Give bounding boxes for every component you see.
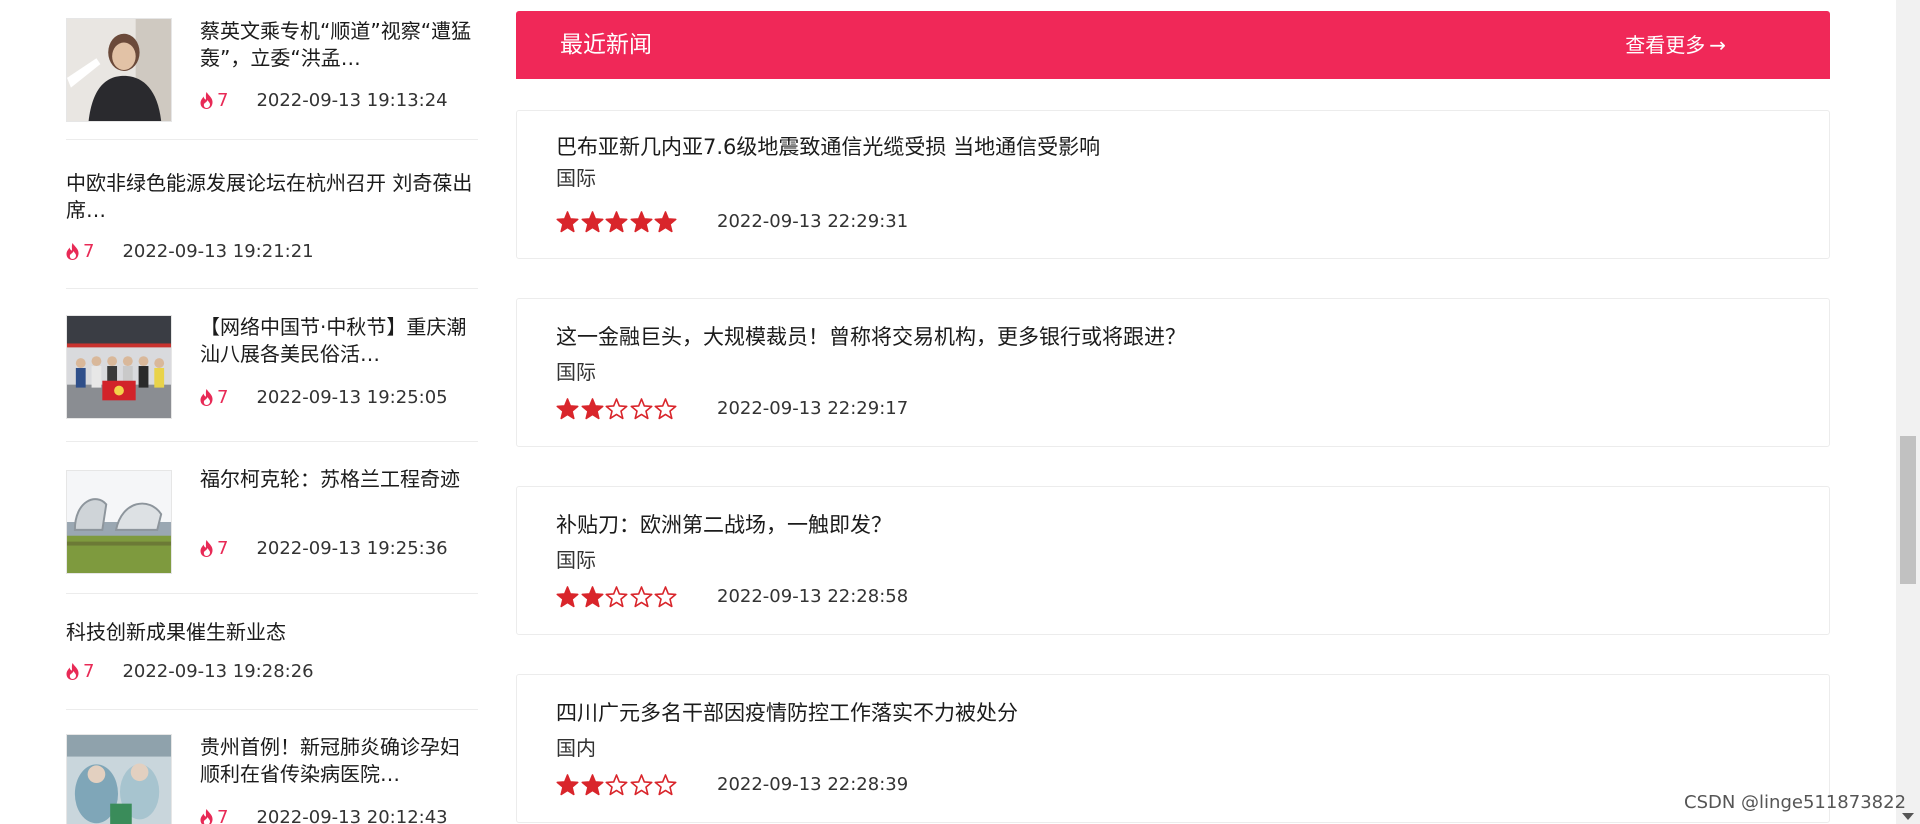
star-filled-icon bbox=[581, 211, 604, 233]
star-filled-icon bbox=[556, 211, 579, 233]
star-filled-icon bbox=[605, 211, 628, 233]
news-card-title[interactable]: 巴布亚新几内亚7.6级地震致通信光缆受损 当地通信受影响 bbox=[556, 133, 1100, 161]
list-item[interactable]: 贵州首例！新冠肺炎确诊孕妇顺利在省传染病医院… 7 2022-09-13 20:… bbox=[66, 710, 478, 824]
star-empty-icon bbox=[654, 774, 677, 796]
list-item-meta: 7 2022-09-13 19:13:24 bbox=[200, 89, 448, 111]
star-filled-icon bbox=[556, 774, 579, 796]
hot-count: 7 bbox=[217, 89, 229, 111]
list-item[interactable]: 蔡英文乘专机“顺道”视察“遭猛轰”，立委“洪孟… 7 2022-09-13 19… bbox=[66, 0, 478, 140]
list-item-title[interactable]: 科技创新成果催生新业态 bbox=[66, 619, 478, 646]
page-scrollbar[interactable] bbox=[1896, 0, 1920, 824]
section-title: 最近新闻 bbox=[560, 32, 652, 58]
fire-icon bbox=[200, 539, 213, 557]
list-item-title[interactable]: 中欧非绿色能源发展论坛在杭州召开 刘奇葆出席… bbox=[66, 170, 478, 224]
news-card-title[interactable]: 补贴刀：欧洲第二战场，一触即发？ bbox=[556, 511, 892, 539]
news-card[interactable]: 巴布亚新几内亚7.6级地震致通信光缆受损 当地通信受影响 国际 2022-09-… bbox=[516, 110, 1830, 259]
publish-time: 2022-09-13 19:13:24 bbox=[256, 89, 448, 111]
star-filled-icon bbox=[556, 586, 579, 608]
star-filled-icon bbox=[581, 586, 604, 608]
news-thumbnail[interactable] bbox=[66, 18, 172, 122]
star-empty-icon bbox=[630, 586, 653, 608]
person-photo-icon bbox=[67, 19, 171, 121]
star-empty-icon bbox=[654, 586, 677, 608]
publish-time: 2022-09-13 19:25:36 bbox=[256, 537, 448, 559]
news-card[interactable]: 补贴刀：欧洲第二战场，一触即发？ 国际 2022-09-13 22:28:58 bbox=[516, 486, 1830, 635]
list-item-title[interactable]: 福尔柯克轮：苏格兰工程奇迹 bbox=[200, 466, 478, 493]
publish-time: 2022-09-13 19:25:05 bbox=[256, 386, 448, 408]
left-news-list: 蔡英文乘专机“顺道”视察“遭猛轰”，立委“洪孟… 7 2022-09-13 19… bbox=[66, 0, 478, 824]
fire-icon bbox=[200, 91, 213, 109]
list-item[interactable]: 中欧非绿色能源发展论坛在杭州召开 刘奇葆出席… 7 2022-09-13 19:… bbox=[66, 140, 478, 290]
fire-icon bbox=[200, 388, 213, 406]
star-empty-icon bbox=[654, 398, 677, 420]
arrow-right-icon: → bbox=[1709, 33, 1726, 57]
list-item-meta: 7 2022-09-13 19:28:26 bbox=[66, 660, 314, 682]
divider bbox=[66, 288, 478, 289]
view-more-link[interactable]: 查看更多 → bbox=[1625, 31, 1726, 59]
news-card-time: 2022-09-13 22:29:17 bbox=[717, 398, 909, 419]
section-header: 最近新闻 查看更多 → bbox=[516, 11, 1830, 79]
hot-count: 7 bbox=[217, 386, 229, 408]
group-photo-icon bbox=[67, 316, 171, 418]
news-card-title[interactable]: 这一金融巨头，大规模裁员！曾称将交易机构，更多银行或将跟进？ bbox=[556, 323, 1186, 351]
news-card-category: 国际 bbox=[556, 548, 596, 572]
star-empty-icon bbox=[605, 586, 628, 608]
list-item[interactable]: 【网络中国节·中秋节】重庆潮汕八展各美民俗活… 7 2022-09-13 19:… bbox=[66, 290, 478, 442]
hot-count: 7 bbox=[83, 240, 95, 262]
fire-icon bbox=[200, 808, 213, 824]
list-item-meta: 7 2022-09-13 19:21:21 bbox=[66, 240, 314, 262]
news-thumbnail[interactable] bbox=[66, 315, 172, 419]
publish-time: 2022-09-13 19:21:21 bbox=[122, 240, 314, 262]
fire-icon bbox=[66, 242, 79, 260]
news-card-time: 2022-09-13 22:29:31 bbox=[717, 211, 909, 232]
list-item-title[interactable]: 贵州首例！新冠肺炎确诊孕妇顺利在省传染病医院… bbox=[200, 734, 478, 788]
watermark: CSDN @linge511873822 bbox=[1684, 792, 1907, 813]
list-item-title[interactable]: 【网络中国节·中秋节】重庆潮汕八展各美民俗活… bbox=[200, 314, 478, 368]
news-thumbnail[interactable] bbox=[66, 734, 172, 824]
star-filled-icon bbox=[581, 398, 604, 420]
star-empty-icon bbox=[630, 774, 653, 796]
news-card-title[interactable]: 四川广元多名干部因疫情防控工作落实不力被处分 bbox=[556, 699, 1018, 727]
news-card-category: 国际 bbox=[556, 166, 596, 190]
star-rating bbox=[556, 211, 679, 233]
scrollbar-thumb[interactable] bbox=[1900, 436, 1916, 584]
fire-icon bbox=[66, 662, 79, 680]
star-empty-icon bbox=[605, 774, 628, 796]
star-filled-icon bbox=[581, 774, 604, 796]
news-thumbnail[interactable] bbox=[66, 470, 172, 574]
list-item-meta: 7 2022-09-13 19:25:36 bbox=[200, 537, 448, 559]
hot-count: 7 bbox=[83, 660, 95, 682]
news-card[interactable]: 这一金融巨头，大规模裁员！曾称将交易机构，更多银行或将跟进？ 国际 2022-0… bbox=[516, 298, 1830, 447]
star-filled-icon bbox=[556, 398, 579, 420]
hot-count: 7 bbox=[217, 537, 229, 559]
news-card-time: 2022-09-13 22:28:39 bbox=[717, 774, 909, 795]
star-rating bbox=[556, 774, 679, 796]
list-item-meta: 7 2022-09-13 19:25:05 bbox=[200, 386, 448, 408]
star-filled-icon bbox=[654, 211, 677, 233]
star-rating bbox=[556, 398, 679, 420]
star-filled-icon bbox=[630, 211, 653, 233]
list-item[interactable]: 福尔柯克轮：苏格兰工程奇迹 7 2022-09-13 19:25:36 bbox=[66, 442, 478, 594]
publish-time: 2022-09-13 20:12:43 bbox=[256, 806, 448, 824]
star-rating bbox=[556, 586, 679, 608]
hot-count: 7 bbox=[217, 806, 229, 824]
list-item[interactable]: 科技创新成果催生新业态 7 2022-09-13 19:28:26 bbox=[66, 594, 478, 710]
star-empty-icon bbox=[605, 398, 628, 420]
news-card[interactable]: 四川广元多名干部因疫情防控工作落实不力被处分 国内 2022-09-13 22:… bbox=[516, 674, 1830, 823]
news-card-category: 国际 bbox=[556, 360, 596, 384]
view-more-label: 查看更多 bbox=[1625, 33, 1706, 57]
wheel-photo-icon bbox=[67, 471, 171, 573]
list-item-title[interactable]: 蔡英文乘专机“顺道”视察“遭猛轰”，立委“洪孟… bbox=[200, 18, 478, 72]
list-item-meta: 7 2022-09-13 20:12:43 bbox=[200, 806, 448, 824]
star-empty-icon bbox=[630, 398, 653, 420]
publish-time: 2022-09-13 19:28:26 bbox=[122, 660, 314, 682]
news-card-category: 国内 bbox=[556, 736, 596, 760]
hospital-photo-icon bbox=[67, 735, 171, 824]
news-card-time: 2022-09-13 22:28:58 bbox=[717, 586, 909, 607]
